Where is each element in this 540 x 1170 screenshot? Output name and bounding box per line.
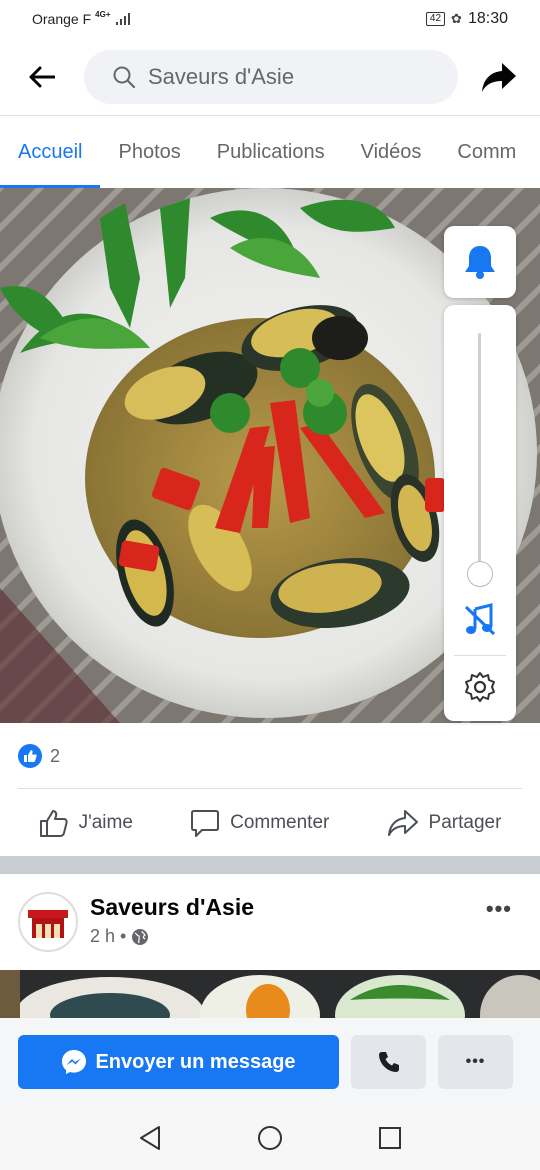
search-text: Saveurs d'Asie xyxy=(148,63,295,89)
divider xyxy=(18,788,522,789)
gear-icon xyxy=(465,672,495,702)
nav-home-icon[interactable] xyxy=(257,1125,283,1151)
send-message-button[interactable]: Envoyer un message xyxy=(18,1035,339,1089)
feed-separator xyxy=(0,856,540,874)
carrier-label: Orange F xyxy=(32,11,92,27)
globe-icon xyxy=(132,928,149,945)
like-reaction-icon xyxy=(18,744,42,768)
status-right: 42 ✿ 18:30 xyxy=(425,10,508,28)
comment-button[interactable]: Commenter xyxy=(190,808,329,838)
battery-icon: 42 xyxy=(425,12,446,26)
volume-panel xyxy=(444,305,516,721)
search-input[interactable]: Saveurs d'Asie xyxy=(84,49,458,104)
system-nav-bar xyxy=(0,1106,540,1170)
back-arrow-icon xyxy=(29,66,55,87)
post-meta: 2 h • xyxy=(90,926,149,947)
like-button[interactable]: J'aime xyxy=(39,808,133,838)
post-options-button[interactable]: ••• xyxy=(486,896,512,922)
music-toggle-button[interactable] xyxy=(463,603,497,642)
post-header: Saveurs d'Asie 2 h • ••• xyxy=(0,874,540,970)
comment-icon xyxy=(191,810,220,837)
notification-button[interactable] xyxy=(444,226,516,298)
status-left: Orange F 4G+ xyxy=(32,9,131,27)
share-label: Partager xyxy=(428,812,502,833)
comment-label: Commenter xyxy=(230,812,330,833)
page-avatar[interactable] xyxy=(18,892,78,952)
thumbs-up-icon xyxy=(39,810,68,837)
nav-back-icon[interactable] xyxy=(138,1125,162,1151)
tab-publications[interactable]: Publications xyxy=(199,116,343,188)
volume-slider-handle[interactable] xyxy=(467,561,493,587)
top-header: Saveurs d'Asie xyxy=(0,38,540,116)
post-time: 2 h xyxy=(90,926,116,946)
bell-icon xyxy=(465,246,495,279)
share-post-button[interactable]: Partager xyxy=(387,808,502,838)
reaction-summary[interactable]: 2 xyxy=(18,738,60,774)
network-badge: 4G+ xyxy=(95,9,111,19)
sushi-image xyxy=(0,970,540,1018)
like-label: J'aime xyxy=(78,812,133,833)
leaf-icon: ✿ xyxy=(451,11,462,26)
tab-photos[interactable]: Photos xyxy=(100,116,198,188)
post-actions: J'aime Commenter Partager xyxy=(0,792,540,854)
tab-videos[interactable]: Vidéos xyxy=(343,116,440,188)
volume-divider xyxy=(454,655,506,656)
clock: 18:30 xyxy=(467,10,508,27)
search-icon xyxy=(113,66,136,88)
signal-icon xyxy=(116,13,131,25)
back-button[interactable] xyxy=(0,38,84,116)
music-off-icon xyxy=(464,603,496,636)
reaction-count: 2 xyxy=(50,745,61,766)
meta-separator: • xyxy=(120,926,127,946)
volume-slider-track[interactable] xyxy=(478,333,481,573)
call-button[interactable] xyxy=(351,1035,426,1089)
messenger-icon xyxy=(62,1050,87,1074)
nav-recents-icon[interactable] xyxy=(378,1126,402,1150)
share-icon xyxy=(387,810,418,836)
share-arrow-icon xyxy=(482,62,516,92)
tab-accueil[interactable]: Accueil xyxy=(0,116,101,188)
page-tabs: Accueil Photos Publications Vidéos Comm xyxy=(0,116,540,188)
tab-comm[interactable]: Comm xyxy=(439,116,534,188)
post-page-name[interactable]: Saveurs d'Asie xyxy=(90,894,254,921)
restaurant-logo-image xyxy=(22,896,74,948)
settings-button[interactable] xyxy=(464,671,496,708)
share-button[interactable] xyxy=(458,38,540,116)
more-options-button[interactable]: ••• xyxy=(438,1035,513,1089)
post-image-preview[interactable] xyxy=(0,970,540,1018)
send-message-label: Envoyer un message xyxy=(95,1050,296,1073)
status-bar: Orange F 4G+ 42 ✿ 18:30 xyxy=(0,0,540,38)
phone-icon xyxy=(378,1052,399,1072)
bottom-action-bar: Envoyer un message ••• xyxy=(0,1018,540,1106)
